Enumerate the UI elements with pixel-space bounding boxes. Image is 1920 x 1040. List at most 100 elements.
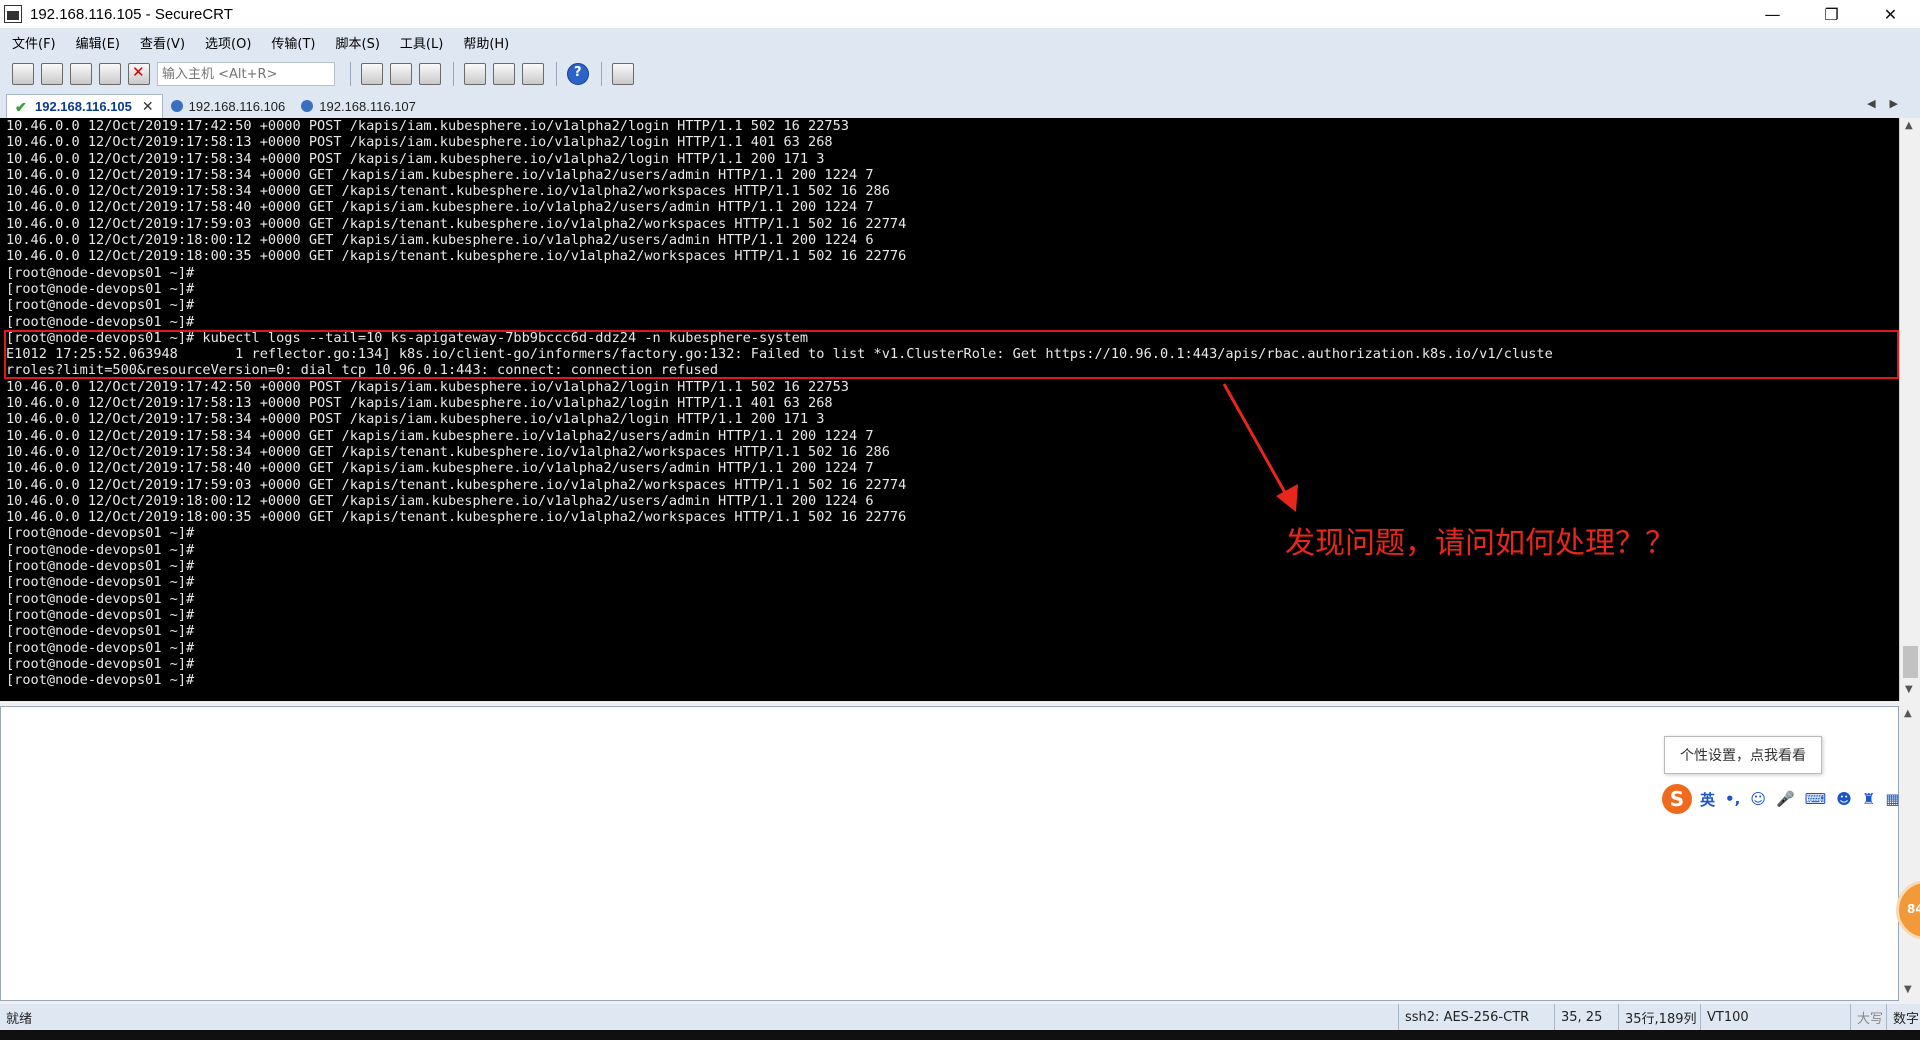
terminal-line: 10.46.0.0 12/Oct/2019:17:42:50 +0000 POS… <box>6 118 849 134</box>
status-size: 35行,189列 <box>1618 1004 1700 1030</box>
sftp-icon[interactable] <box>612 63 634 85</box>
reconnect-icon[interactable] <box>99 63 121 85</box>
scroll-up-icon[interactable]: ▲ <box>1905 120 1913 131</box>
menu-tools[interactable]: 工具(L) <box>400 33 443 52</box>
command-window-scrollbar[interactable]: ▲ ▼ <box>1899 706 1920 1001</box>
floating-widget-badge: 84 <box>1907 902 1920 916</box>
session-tab-bar: ✔ 192.168.116.105 ✕ 192.168.116.106 192.… <box>0 92 1920 118</box>
menu-view[interactable]: 查看(V) <box>140 33 185 52</box>
toolbar-separator <box>556 62 557 86</box>
error-highlight-box <box>4 330 1899 379</box>
status-terminal-type: VT100 <box>1700 1004 1850 1030</box>
terminal-line: 10.46.0.0 12/Oct/2019:17:58:13 +0000 POS… <box>6 395 833 412</box>
close-button[interactable]: ✕ <box>1861 0 1920 28</box>
skin-icon[interactable]: ♜ <box>1862 790 1875 808</box>
connect-tab-icon[interactable] <box>70 63 92 85</box>
tab-scroll-arrows[interactable]: ◀▶ <box>1867 97 1912 110</box>
terminal-output[interactable]: 10.46.0.0 12/Oct/2019:17:42:50 +0000 POS… <box>0 118 1899 701</box>
status-ready: 就绪 <box>6 1011 33 1027</box>
terminal-text: 10.46.0.0 12/Oct/2019:17:42:50 +0000 POS… <box>6 118 1553 688</box>
toolbar-separator <box>453 62 454 86</box>
terminal-line: 10.46.0.0 12/Oct/2019:17:58:34 +0000 GET… <box>6 183 890 200</box>
emoji-icon[interactable]: ☺ <box>1750 790 1766 808</box>
ime-tooltip[interactable]: 个性设置，点我看看 <box>1664 736 1822 774</box>
tab-label: 192.168.116.107 <box>319 98 416 114</box>
help-icon[interactable] <box>567 63 589 85</box>
ime-punct-toggle[interactable]: •, <box>1725 790 1740 808</box>
scroll-thumb[interactable] <box>1903 646 1918 678</box>
connect-icon[interactable] <box>12 63 34 85</box>
host-input[interactable] <box>157 62 335 86</box>
status-caps: 大写 <box>1850 1004 1886 1030</box>
terminal-line: 10.46.0.0 12/Oct/2019:17:59:03 +0000 GET… <box>6 215 907 232</box>
keyboard-icon[interactable]: ⌨ <box>1805 790 1827 808</box>
global-options-icon[interactable] <box>493 63 515 85</box>
paste-icon[interactable] <box>390 63 412 85</box>
terminal-line: 10.46.0.0 12/Oct/2019:17:58:40 +0000 GET… <box>6 199 874 216</box>
terminal-line: [root@node-devops01 ~]# <box>6 606 195 623</box>
terminal-line: [root@node-devops01 ~]# <box>6 574 195 591</box>
terminal-line: [root@node-devops01 ~]# <box>6 639 195 656</box>
disconnect-icon[interactable] <box>128 63 150 85</box>
menu-edit[interactable]: 编辑(E) <box>76 33 120 52</box>
terminal-line: 10.46.0.0 12/Oct/2019:18:00:35 +0000 GET… <box>6 248 907 265</box>
terminal-line: 10.46.0.0 12/Oct/2019:17:58:34 +0000 POS… <box>6 411 825 428</box>
status-cursor: 35, 25 <box>1554 1004 1618 1030</box>
status-cipher: ssh2: AES-256-CTR <box>1398 1004 1554 1030</box>
toolbar-separator <box>601 62 602 86</box>
terminal-line: [root@node-devops01 ~]# <box>6 623 195 640</box>
toolbar-separator <box>350 62 351 86</box>
terminal-line: [root@node-devops01 ~]# <box>6 313 195 330</box>
tab-session-107[interactable]: 192.168.116.107 <box>293 94 424 118</box>
menu-options[interactable]: 选项(O) <box>205 33 251 52</box>
keymap-icon[interactable] <box>522 63 544 85</box>
terminal-line: [root@node-devops01 ~]# <box>6 297 195 314</box>
find-icon[interactable] <box>419 63 441 85</box>
ime-toolbar: S 英 •, ☺ 🎤 ⌨ ☻ ♜ ▦ <box>1662 784 1920 814</box>
restore-button[interactable]: ❐ <box>1802 0 1861 28</box>
disconnected-info-icon <box>301 100 314 112</box>
menu-script[interactable]: 脚本(S) <box>336 33 380 52</box>
scroll-up-icon[interactable]: ▲ <box>1904 708 1912 719</box>
terminal-line: [root@node-devops01 ~]# <box>6 672 195 689</box>
quick-connect-icon[interactable] <box>41 63 63 85</box>
command-window[interactable] <box>0 706 1899 1001</box>
tab-session-105[interactable]: ✔ 192.168.116.105 ✕ <box>6 94 163 118</box>
app-icon <box>4 5 22 23</box>
terminal-line: [root@node-devops01 ~]# <box>6 264 195 281</box>
tab-session-106[interactable]: 192.168.116.106 <box>163 94 294 118</box>
window-title: 192.168.116.105 - SecureCRT <box>30 5 233 23</box>
ime-mode-toggle[interactable]: 英 <box>1700 789 1715 810</box>
menu-help[interactable]: 帮助(H) <box>463 33 509 52</box>
terminal-line: 10.46.0.0 12/Oct/2019:17:59:03 +0000 GET… <box>6 476 907 493</box>
tab-close-icon[interactable]: ✕ <box>142 98 154 115</box>
window-controls: — ❐ ✕ <box>1743 0 1920 28</box>
terminal-line: 10.46.0.0 12/Oct/2019:18:00:12 +0000 GET… <box>6 492 874 509</box>
terminal-scrollbar[interactable]: ▲ ▼ <box>1899 118 1920 701</box>
toolbox-icon[interactable]: ▦ <box>1885 790 1899 808</box>
securecrt-window: 192.168.116.105 - SecureCRT — ❐ ✕ 文件(F) … <box>0 0 1920 1040</box>
scroll-down-icon[interactable]: ▼ <box>1905 684 1913 695</box>
menu-file[interactable]: 文件(F) <box>12 33 56 52</box>
terminal-line: 10.46.0.0 12/Oct/2019:17:42:50 +0000 POS… <box>6 378 849 395</box>
toolbar <box>0 56 1920 92</box>
user-icon[interactable]: ☻ <box>1836 790 1852 808</box>
terminal-line: 10.46.0.0 12/Oct/2019:17:58:34 +0000 GET… <box>6 166 874 183</box>
copy-icon[interactable] <box>361 63 383 85</box>
terminal-line: [root@node-devops01 ~]# <box>6 280 195 297</box>
status-num: 数字 <box>1886 1004 1920 1030</box>
disconnected-info-icon <box>170 100 183 112</box>
terminal-line: 10.46.0.0 12/Oct/2019:18:00:12 +0000 GET… <box>6 232 874 249</box>
terminal-line: 10.46.0.0 12/Oct/2019:17:58:34 +0000 POS… <box>6 150 825 167</box>
status-bar: 就绪 ssh2: AES-256-CTR 35, 25 35行,189列 VT1… <box>0 1004 1920 1030</box>
session-options-icon[interactable] <box>464 63 486 85</box>
sogou-logo-icon[interactable]: S <box>1662 784 1692 814</box>
terminal-line: 10.46.0.0 12/Oct/2019:17:58:13 +0000 POS… <box>6 134 833 151</box>
menu-bar: 文件(F) 编辑(E) 查看(V) 选项(O) 传输(T) 脚本(S) 工具(L… <box>0 28 1920 56</box>
menu-transfer[interactable]: 传输(T) <box>271 33 315 52</box>
title-bar: 192.168.116.105 - SecureCRT — ❐ ✕ <box>0 0 1920 28</box>
minimize-button[interactable]: — <box>1743 0 1802 28</box>
voice-icon[interactable]: 🎤 <box>1776 790 1795 808</box>
scroll-down-icon[interactable]: ▼ <box>1904 984 1912 995</box>
annotation-text: 发现问题，请问如何处理？？ <box>1285 526 1675 561</box>
